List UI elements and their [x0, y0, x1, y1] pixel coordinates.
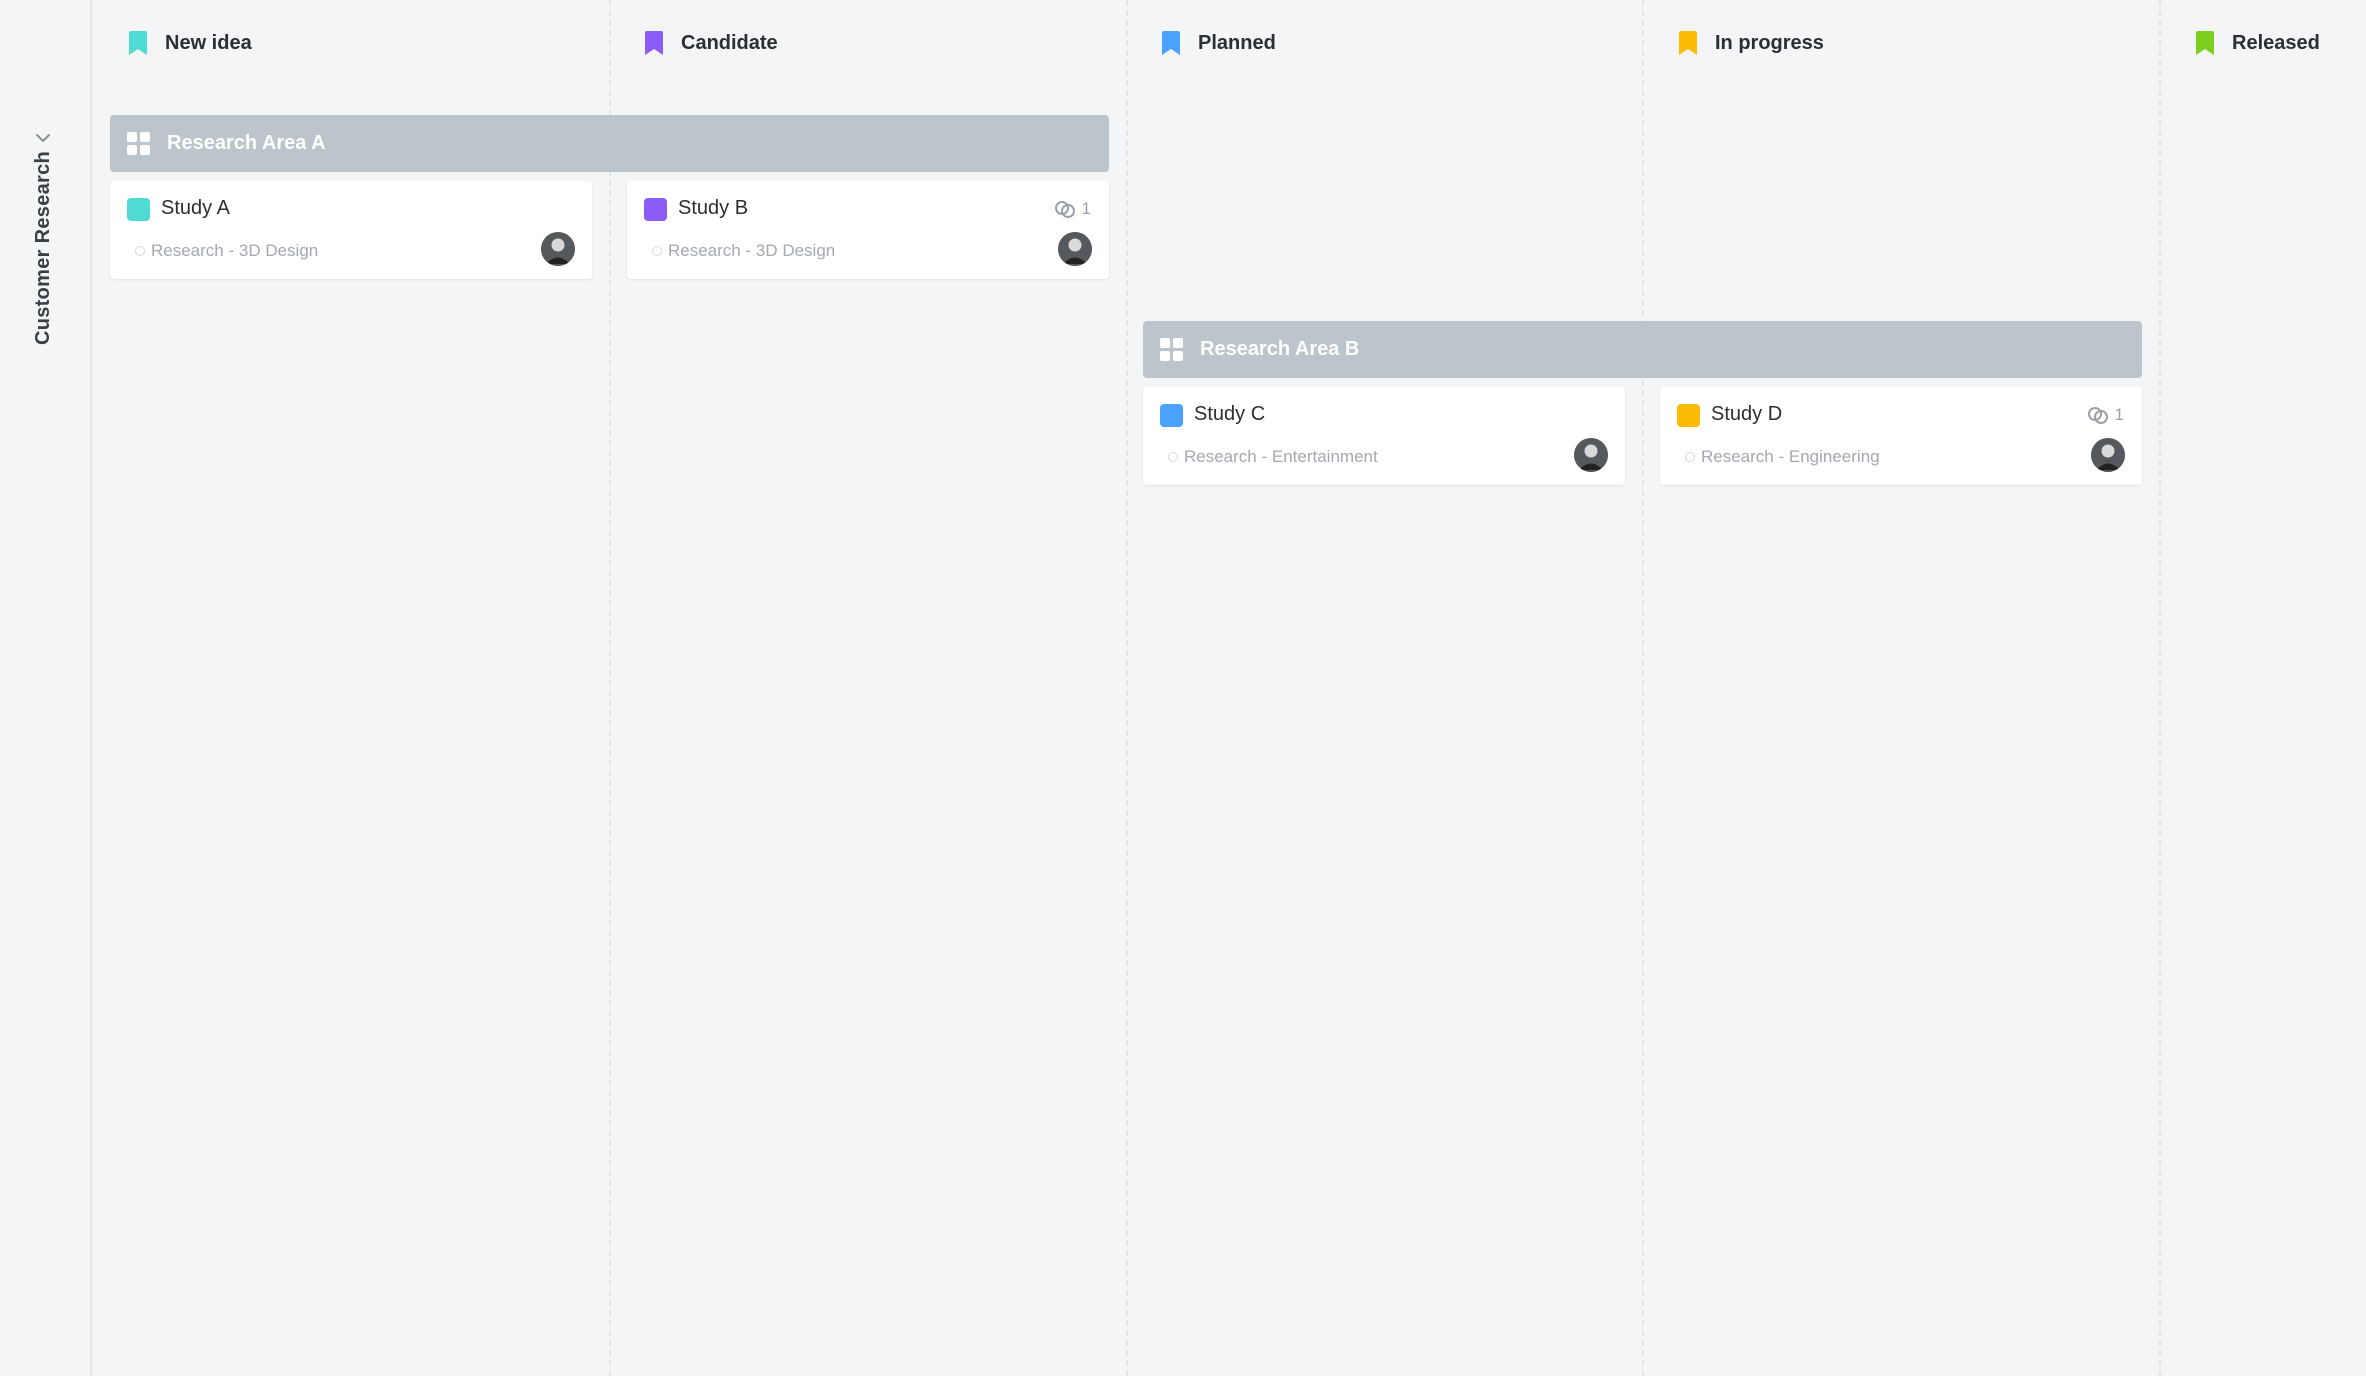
circle-icon: [135, 246, 145, 256]
color-swatch: [644, 198, 667, 221]
bookmark-icon: [1162, 31, 1180, 55]
column-header-in-progress[interactable]: In progress: [1679, 28, 1824, 58]
card-study-d[interactable]: Study D 1 Research - Engineering: [1660, 387, 2142, 485]
group-title: Research Area B: [1200, 338, 1360, 360]
avatar[interactable]: [541, 232, 575, 266]
column-title: New idea: [165, 31, 252, 54]
column-divider: [2159, 0, 2161, 1376]
column-header-released[interactable]: Released: [2196, 28, 2320, 58]
grid-icon: [1160, 338, 1183, 361]
link-icon: [1054, 201, 1075, 218]
avatar[interactable]: [1574, 438, 1608, 472]
card-subtitle: Research - Engineering: [1685, 447, 1880, 467]
swimlane-label[interactable]: Customer Research: [32, 151, 55, 345]
column-divider: [1642, 0, 1644, 1376]
link-count-value: 1: [2114, 405, 2124, 424]
color-swatch: [127, 198, 150, 221]
swimlane-rail: Customer Research: [0, 0, 92, 1376]
column-divider: [609, 0, 611, 1376]
avatar[interactable]: [1058, 232, 1092, 266]
card-study-a[interactable]: Study A Research - 3D Design: [110, 181, 592, 279]
avatar[interactable]: [2091, 438, 2125, 472]
column-header-new-idea[interactable]: New idea: [129, 28, 252, 58]
color-swatch: [1677, 404, 1700, 427]
grid-icon: [127, 132, 150, 155]
link-icon: [2087, 407, 2108, 424]
column-title: In progress: [1715, 31, 1824, 54]
card-subtitle-text: Research - 3D Design: [151, 241, 319, 260]
roadmap-board: Customer Research New idea Candidate Pla…: [0, 0, 2366, 1376]
circle-icon: [652, 246, 662, 256]
column-divider: [1126, 0, 1128, 1376]
card-subtitle-text: Research - Engineering: [1701, 447, 1880, 466]
circle-icon: [1168, 452, 1178, 462]
linked-items-count[interactable]: 1: [1054, 199, 1091, 219]
card-subtitle: Research - 3D Design: [652, 241, 835, 261]
color-swatch: [1160, 404, 1183, 427]
card-study-b[interactable]: Study B 1 Research - 3D Design: [627, 181, 1109, 279]
group-research-area-b[interactable]: Research Area B: [1143, 321, 2142, 378]
linked-items-count[interactable]: 1: [2087, 405, 2124, 425]
bookmark-icon: [129, 31, 147, 55]
circle-icon: [1685, 452, 1695, 462]
bookmark-icon: [645, 31, 663, 55]
bookmark-icon: [2196, 31, 2214, 55]
column-header-candidate[interactable]: Candidate: [645, 28, 778, 58]
column-title: Released: [2232, 31, 2320, 54]
card-title: Study A: [161, 197, 230, 219]
card-title: Study B: [678, 197, 749, 219]
column-title: Planned: [1198, 31, 1276, 54]
card-title: Study D: [1711, 403, 1783, 425]
chevron-down-icon[interactable]: [33, 128, 53, 148]
card-subtitle: Research - 3D Design: [135, 241, 318, 261]
card-subtitle-text: Research - Entertainment: [1184, 447, 1378, 466]
link-count-value: 1: [1081, 199, 1091, 218]
card-title: Study C: [1194, 403, 1266, 425]
card-study-c[interactable]: Study C Research - Entertainment: [1143, 387, 1625, 485]
column-header-planned[interactable]: Planned: [1162, 28, 1276, 58]
bookmark-icon: [1679, 31, 1697, 55]
column-title: Candidate: [681, 31, 778, 54]
card-subtitle: Research - Entertainment: [1168, 447, 1378, 467]
group-title: Research Area A: [167, 132, 326, 154]
group-research-area-a[interactable]: Research Area A: [110, 115, 1109, 172]
card-subtitle-text: Research - 3D Design: [668, 241, 836, 260]
